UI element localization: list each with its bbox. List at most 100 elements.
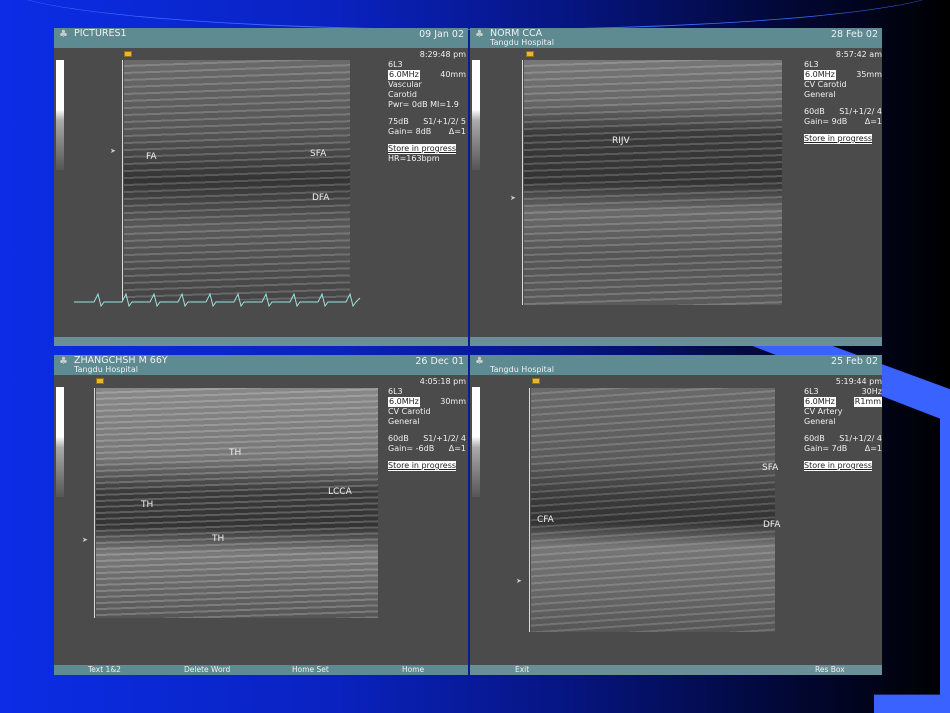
delta: Δ=1 (864, 117, 882, 126)
depth: 35mm (856, 70, 882, 79)
depth-ruler (122, 60, 123, 300)
label-dfa: DFA (763, 520, 781, 530)
time: 4:05:18 pm (419, 377, 466, 386)
softkey-home-set[interactable]: Home Set (292, 665, 329, 675)
depth-ruler (529, 388, 530, 632)
probe: 6L3 (804, 387, 819, 396)
softkey-delete-word[interactable]: Delete Word (184, 665, 230, 675)
grayscale-bar (472, 387, 480, 497)
label-th: TH (141, 500, 154, 510)
label-dfa: DFA (312, 193, 330, 203)
hospital-name: Tangdu Hospital (74, 365, 138, 374)
softkey-exit[interactable]: Exit (515, 665, 529, 675)
frequency: 6.0MHz (388, 397, 420, 407)
preset: CV Artery (804, 407, 843, 416)
store-status: Store in progress (388, 144, 457, 154)
date: 28 Feb 02 (830, 29, 878, 40)
grayscale-bar (56, 387, 64, 497)
preset: CV Carotid (388, 407, 431, 416)
probe: 6L3 (388, 60, 403, 69)
panel-header: ♣ NORM CCA Tangdu Hospital 28 Feb 02 (470, 28, 882, 48)
tree-logo-icon: ♣ (475, 29, 484, 40)
focus-marker-icon (96, 378, 104, 384)
preset-sub: General (804, 417, 836, 426)
label-fa: FA (146, 152, 157, 162)
heart-rate: HR=163bpm (388, 154, 440, 163)
probe: 6L3 (388, 387, 403, 396)
ecg-trace (74, 292, 361, 308)
time: 8:29:48 pm (419, 50, 466, 59)
softkey-res-box[interactable]: Res Box (815, 665, 845, 675)
ultrasound-image (524, 60, 782, 305)
gain: Gain= 8dB (388, 127, 432, 136)
dynamic-range: 60dB (388, 434, 409, 443)
store-status: Store in progress (804, 134, 873, 144)
tree-logo-icon: ♣ (59, 29, 68, 40)
date: 09 Jan 02 (419, 29, 464, 40)
focus-marker-icon (526, 51, 534, 57)
ultrasound-panel-3: ♣ ZHANGCHSH M 66Y Tangdu Hospital 26 Dec… (54, 355, 468, 675)
delta: Δ=1 (864, 444, 882, 453)
gain: Gain= 7dB (804, 444, 848, 453)
focus-arrow-icon: ➤ (110, 147, 116, 155)
time: 5:19:44 pm (835, 377, 882, 386)
probe: 6L3 (804, 60, 819, 69)
frequency: 6.0MHz (388, 70, 420, 80)
frequency: 6.0MHz (804, 70, 836, 80)
ultrasound-panel-2: ♣ NORM CCA Tangdu Hospital 28 Feb 02 ➤ R… (470, 28, 882, 346)
softkey-bar: Exit Res Box (470, 665, 882, 675)
focus-marker-icon (124, 51, 132, 57)
softkey-bar: Text 1&2 Delete Word Home Set Home (54, 665, 468, 675)
time: 8:57:42 am (835, 50, 882, 59)
settings: S1/+1/2/ 5 (423, 117, 466, 126)
preset-sub: Carotid (388, 90, 417, 99)
scan-info: 8:57:42 am 6L3 6.0MHz 35mm CV Carotid Gen… (804, 50, 882, 144)
tree-logo-icon: ♣ (475, 356, 484, 367)
delta: Δ=1 (448, 444, 466, 453)
date: 25 Feb 02 (830, 356, 878, 367)
panel-header: ♣ ZHANGCHSH M 66Y Tangdu Hospital 26 Dec… (54, 355, 468, 375)
dynamic-range: 75dB (388, 117, 409, 126)
frame-rate: 30Hz (861, 387, 882, 396)
panel-footer (470, 337, 882, 346)
softkey-home[interactable]: Home (402, 665, 424, 675)
dynamic-range: 60dB (804, 107, 825, 116)
depth: 40mm (440, 70, 466, 79)
focus-arrow-icon: ➤ (516, 577, 522, 585)
label-sfa: SFA (310, 149, 327, 159)
label-rijv: RIJV (612, 136, 630, 146)
depth: 30mm (440, 397, 466, 406)
settings: S1/+1/2/ 4 (839, 434, 882, 443)
softkey-text[interactable]: Text 1&2 (88, 665, 121, 675)
ultrasound-image (96, 388, 378, 618)
scan-info: 8:29:48 pm 6L3 6.0MHz 40mm Vascular Carot… (388, 50, 466, 164)
store-status: Store in progress (388, 461, 457, 471)
depth-ruler (94, 388, 95, 618)
ultrasound-image (531, 388, 775, 632)
ultrasound-image (124, 60, 350, 300)
ultrasound-panel-4: ♣ Tangdu Hospital 25 Feb 02 ➤ SFA CFA DF… (470, 355, 882, 675)
panel-header: ♣ Tangdu Hospital 25 Feb 02 (470, 355, 882, 375)
frequency: 6.0MHz (804, 397, 836, 407)
scan-info: 5:19:44 pm 6L3 30Hz 6.0MHz R1mm CV Artery … (804, 377, 882, 471)
gain: Gain= -6dB (388, 444, 435, 453)
patient-title: PICTURES1 (74, 28, 127, 39)
preset: CV Carotid (804, 80, 847, 89)
store-status: Store in progress (804, 461, 873, 471)
panel-footer (54, 337, 468, 346)
ultrasound-panel-1: ♣ PICTURES1 09 Jan 02 ➤ FA SFA DFA 8:29:… (54, 28, 468, 346)
dynamic-range: 60dB (804, 434, 825, 443)
settings: S1/+1/2/ 4 (839, 107, 882, 116)
label-th: TH (229, 448, 242, 458)
grayscale-bar (472, 60, 480, 170)
label-sfa: SFA (762, 463, 779, 473)
hospital-name: Tangdu Hospital (490, 38, 554, 47)
settings: S1/+1/2/ 4 (423, 434, 466, 443)
power: Pwr= 0dB MI=1.9 (388, 100, 459, 109)
focus-arrow-icon: ➤ (510, 194, 516, 202)
preset-sub: General (804, 90, 836, 99)
decorative-arc (0, 0, 950, 30)
preset: Vascular (388, 80, 422, 89)
date: 26 Dec 01 (415, 356, 464, 367)
depth-ruler (522, 60, 523, 305)
